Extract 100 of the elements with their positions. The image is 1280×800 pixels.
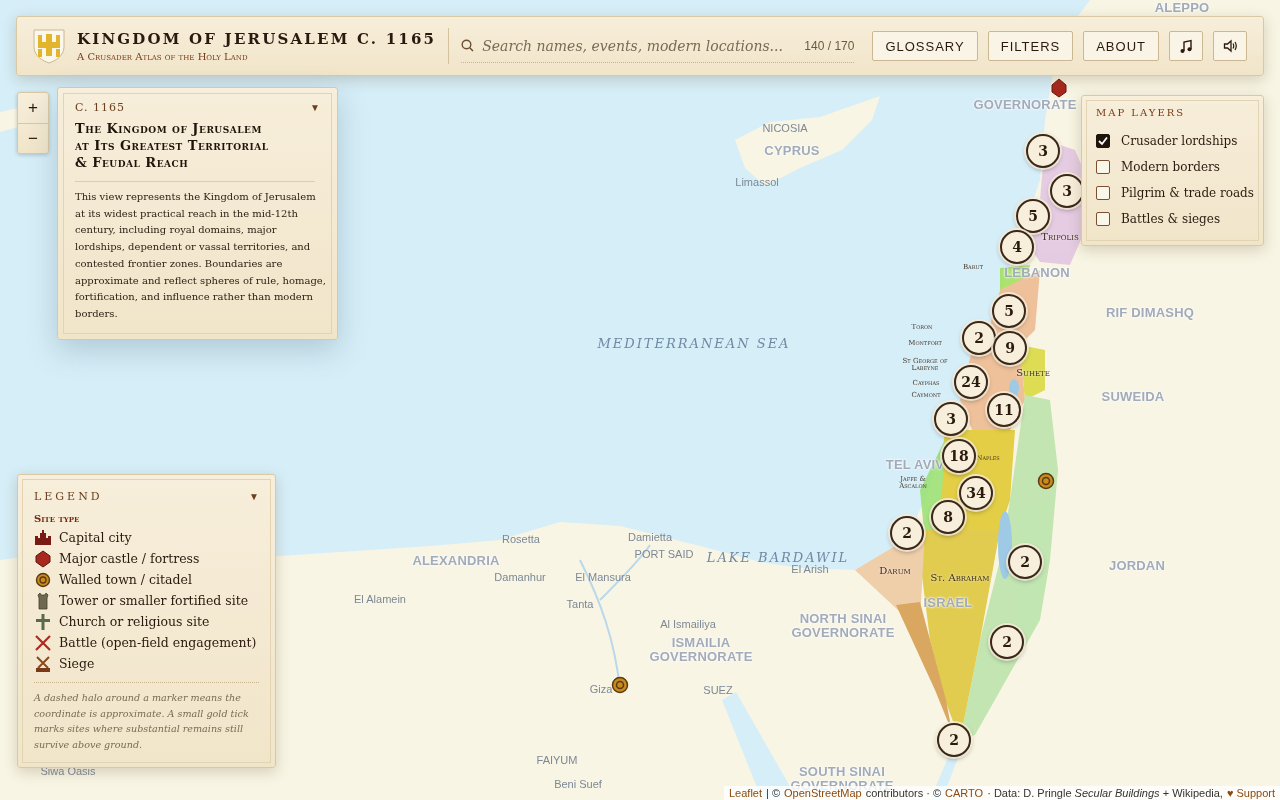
place-label: ALEPPO	[1154, 1, 1210, 15]
cluster-marker[interactable]: 11	[987, 393, 1021, 427]
tower-icon	[34, 591, 52, 610]
territory-label: Darum	[879, 565, 911, 577]
place-label: CYPRUS	[764, 144, 820, 158]
walled-town-marker-icon[interactable]	[1037, 472, 1055, 490]
legend-label: Battle (open-field engagement)	[59, 635, 257, 650]
cluster-marker[interactable]: 3	[1026, 134, 1060, 168]
cluster-marker[interactable]: 5	[992, 294, 1026, 328]
layer-label[interactable]: Crusader lordships	[1121, 134, 1238, 148]
layer-checkbox[interactable]	[1096, 186, 1110, 200]
attribution-text: contributors · ©	[865, 787, 942, 799]
result-count: 140 / 170	[804, 38, 855, 53]
attribution-link[interactable]: OpenStreetMap	[784, 787, 862, 799]
legend-label: Tower or smaller fortified site	[59, 593, 249, 608]
cluster-marker[interactable]: 2	[890, 516, 924, 550]
legend-label: Walled town / citadel	[59, 572, 192, 587]
music-note-icon	[1179, 39, 1193, 53]
fortress-icon	[34, 549, 52, 568]
site-title: KINGDOM OF JERUSALEM C. 1165	[77, 30, 437, 48]
attribution-text: | ©	[766, 787, 781, 799]
panel-title: The Kingdom of Jerusalem at Its Greatest Territorial & Feudal Reach	[75, 120, 315, 182]
search-field[interactable]: Search names, events, modern locations...	[482, 37, 797, 54]
legend-note: A dashed halo around a marker means the coordinate is approximate. A small gold tick marks sites where substantial remains still survive above ground.	[34, 682, 259, 753]
city-label: El Arish	[791, 564, 829, 576]
nav-button[interactable]: GLOSSARY	[872, 31, 978, 61]
city-label: PORT SAID	[634, 549, 694, 561]
attribution-link[interactable]: ♥ Support	[1226, 787, 1275, 799]
layer-checkbox[interactable]	[1096, 160, 1110, 174]
layer-checkbox[interactable]	[1096, 212, 1110, 226]
castle-icon	[34, 528, 52, 547]
collapse-toggle[interactable]: ▼	[310, 102, 320, 113]
panel-description: This view represents the Kingdom of Jerusalem at its widest practical reach in the mid-12th century, including royal domains, major lordships, dependent or vassal territories, and contested frontier zones. Boundaries are approximate and reflect spheres of rule, homage, fortification, and influence rather than modern borders.	[75, 190, 327, 321]
search-icon	[461, 39, 475, 52]
city-label: Limassol	[735, 177, 779, 189]
city-label: Giza	[589, 684, 613, 696]
city-label: FAIYUM	[536, 755, 578, 767]
city-label: SUEZ	[703, 685, 733, 697]
panel-heading: MAP LAYERS	[1096, 107, 1187, 118]
cluster-marker[interactable]: 2	[937, 723, 971, 757]
place-label: JORDAN	[1108, 559, 1166, 573]
water-label: LAKE BARDAWIL	[706, 551, 850, 565]
cluster-marker[interactable]: 2	[990, 625, 1024, 659]
place-label: RIF DIMASHQ	[1105, 306, 1195, 320]
city-label: El Mansura	[575, 572, 631, 584]
attribution-text: · Data: D. Pringle Secular Buildings + Wikipedia,	[987, 787, 1223, 799]
territory-label: Tripolis	[1041, 231, 1079, 243]
cluster-marker[interactable]: 24	[954, 365, 988, 399]
checkmark-icon	[1097, 135, 1109, 147]
cluster-marker[interactable]: 8	[931, 500, 965, 534]
layer-checkbox[interactable]	[1096, 134, 1110, 148]
zoom-in-button[interactable]: +	[18, 93, 48, 123]
layer-label[interactable]: Pilgrim & trade roads	[1121, 186, 1254, 200]
nav-button[interactable]: FILTERS	[987, 31, 1074, 61]
attribution-link[interactable]: CARTO	[945, 787, 984, 799]
city-label: Beni Suef	[554, 779, 602, 791]
nav-button[interactable]: ABOUT	[1083, 31, 1159, 61]
layer-label[interactable]: Modern borders	[1121, 160, 1220, 174]
siege-icon	[34, 654, 52, 673]
cluster-marker[interactable]: 34	[959, 476, 993, 510]
legend-label: Major castle / fortress	[59, 551, 200, 566]
city-label: Rosetta	[502, 534, 540, 546]
shield-logo-icon	[31, 27, 67, 65]
place-label: GOVERNORATE	[973, 98, 1077, 112]
layer-label[interactable]: Battles & sieges	[1121, 212, 1221, 226]
site-subtitle: A Crusader Atlas of the Holy Land	[77, 51, 249, 62]
legend-label: Capital city	[59, 530, 132, 545]
cross-icon	[34, 612, 52, 631]
place-label: ALEXANDRIA	[412, 554, 500, 568]
water-label: MEDITERRANEAN SEA	[597, 337, 791, 351]
city-label: El Alamein	[354, 594, 406, 606]
collapse-toggle[interactable]: ▼	[249, 491, 259, 502]
cluster-marker[interactable]: 2	[962, 321, 996, 355]
walled-town-icon	[34, 570, 52, 589]
cluster-marker[interactable]: 9	[993, 331, 1027, 365]
city-label: Damietta	[628, 532, 672, 544]
city-label: Al Ismailiya	[660, 619, 716, 631]
sound-button[interactable]	[1213, 31, 1247, 61]
legend-heading: LEGEND	[34, 490, 103, 503]
cluster-marker[interactable]: 5	[1016, 199, 1050, 233]
period-label: C. 1165	[75, 101, 125, 114]
legend-label: Siege	[59, 656, 95, 671]
cluster-marker[interactable]: 3	[934, 402, 968, 436]
walled-town-marker-icon[interactable]	[611, 676, 629, 694]
cluster-marker[interactable]: 18	[942, 439, 976, 473]
castle-marker-icon[interactable]	[1050, 78, 1068, 98]
legend-section-title: Site type	[34, 513, 81, 524]
music-button[interactable]	[1169, 31, 1203, 61]
city-label: Damanhur	[494, 572, 546, 584]
city-label: Tanta	[566, 599, 594, 611]
crossed-swords-icon	[34, 633, 52, 652]
place-label: ISMAILIA GOVERNORATE	[648, 636, 754, 664]
speaker-icon	[1222, 39, 1238, 53]
zoom-out-button[interactable]: −	[18, 123, 48, 153]
attribution-link[interactable]: Leaflet	[729, 787, 762, 799]
city-label: NICOSIA	[762, 123, 808, 135]
place-label: NORTH SINAI GOVERNORATE	[790, 612, 896, 640]
cluster-marker[interactable]: 2	[1008, 545, 1042, 579]
territory-label: St. Abraham	[930, 572, 990, 584]
cluster-marker[interactable]: 4	[1000, 230, 1034, 264]
